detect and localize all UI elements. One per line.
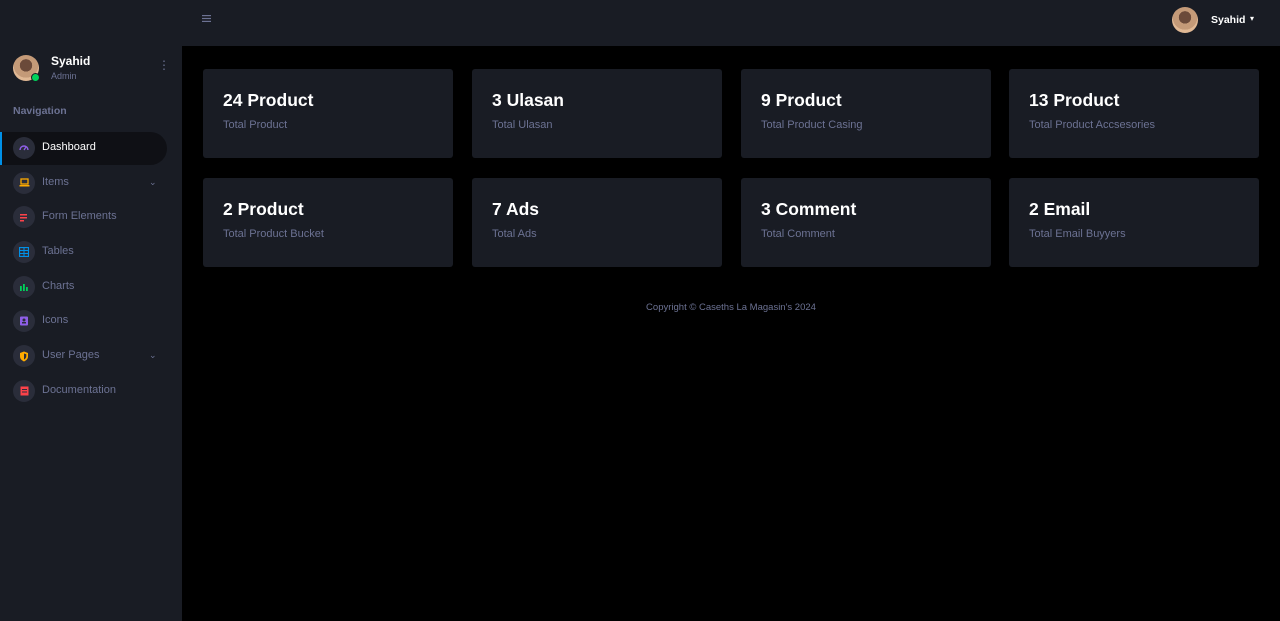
sidebar-item-charts[interactable]: Charts: [0, 271, 167, 304]
contacts-icon: [13, 310, 35, 333]
stat-card: 3 Ulasan Total Ulasan: [472, 69, 722, 158]
stat-value: 7 Ads: [492, 199, 540, 219]
stat-label: Total Product: [223, 119, 288, 131]
stat-label: Total Comment: [761, 228, 835, 240]
stat-label: Total Ads: [492, 228, 537, 240]
sidebar-item-label: Documentation: [42, 383, 116, 396]
sidebar-item-label: Form Elements: [42, 210, 117, 223]
sidebar-item-documentation[interactable]: Documentation: [0, 375, 167, 408]
stat-value: 24 Product: [223, 90, 314, 110]
topbar-user-name: Syahid: [1211, 14, 1246, 26]
caret-down-icon: ▾: [1250, 14, 1255, 23]
sidebar-item-label: Dashboard: [42, 141, 96, 153]
profile-role: Admin: [51, 71, 77, 81]
sidebar-item-label: Items: [42, 175, 69, 188]
sidebar-item-form-elements[interactable]: Form Elements: [0, 201, 167, 234]
profile-name: Syahid: [51, 54, 91, 68]
footer-copyright: Copyright © Caseths La Magasin's 2024: [646, 302, 816, 313]
sidebar-item-label: Icons: [42, 314, 69, 327]
stat-label: Total Email Buyyers: [1029, 228, 1126, 240]
playlist-play-icon: [13, 206, 35, 229]
sidebar-nav: Dashboard Items ⌄ Form Elements Tables C…: [0, 132, 182, 410]
chart-bar-icon: [13, 275, 35, 298]
file-document-icon: [13, 379, 35, 402]
sidebar-profile[interactable]: Syahid Admin ⋮: [13, 54, 173, 84]
sidebar-item-dashboard[interactable]: Dashboard: [0, 132, 167, 165]
sidebar-item-items[interactable]: Items ⌄: [0, 167, 167, 200]
stat-card: 9 Product Total Product Casing: [741, 69, 991, 158]
stat-card: 7 Ads Total Ads: [472, 178, 722, 267]
stat-label: Total Ulasan: [492, 119, 553, 131]
online-status-dot: [31, 73, 40, 82]
stat-value: 13 Product: [1029, 90, 1120, 110]
stat-label: Total Product Bucket: [223, 228, 324, 240]
nav-heading: Navigation: [13, 105, 67, 117]
sidebar-item-label: Tables: [42, 245, 74, 258]
stat-card: 3 Comment Total Comment: [741, 178, 991, 267]
speedometer-icon: [13, 137, 35, 159]
sidebar-item-label: User Pages: [42, 349, 100, 362]
table-icon: [13, 241, 35, 264]
stat-label: Total Product Accsesories: [1029, 119, 1155, 131]
stat-label: Total Product Casing: [761, 119, 863, 131]
sidebar-item-icons[interactable]: Icons: [0, 305, 167, 338]
stat-card: 24 Product Total Product: [203, 69, 453, 158]
stat-value: 2 Product: [223, 199, 304, 219]
stat-value: 9 Product: [761, 90, 842, 110]
laptop-icon: [13, 171, 35, 194]
topbar-profile-dropdown[interactable]: Syahid ▾: [1172, 7, 1272, 33]
stat-card: 2 Email Total Email Buyyers: [1009, 178, 1259, 267]
sidebar-item-tables[interactable]: Tables: [0, 236, 167, 269]
stat-value: 3 Ulasan: [492, 90, 564, 110]
avatar: [1172, 7, 1198, 33]
stat-value: 2 Email: [1029, 199, 1091, 219]
topbar: Syahid ▾: [182, 0, 1280, 46]
stat-card: 2 Product Total Product Bucket: [203, 178, 453, 267]
sidebar-item-user-pages[interactable]: User Pages ⌄: [0, 340, 167, 373]
hamburger-menu-icon[interactable]: [202, 13, 214, 25]
sidebar: Syahid Admin ⋮ Navigation Dashboard Item…: [0, 0, 182, 621]
chevron-down-icon[interactable]: ⌄: [149, 350, 157, 361]
stat-card: 13 Product Total Product Accsesories: [1009, 69, 1259, 158]
profile-avatar-wrap: [13, 55, 40, 82]
chevron-down-icon[interactable]: ⌄: [149, 177, 157, 188]
security-icon: [13, 345, 35, 368]
stat-value: 3 Comment: [761, 199, 857, 219]
sidebar-item-label: Charts: [42, 279, 75, 292]
more-vertical-icon[interactable]: ⋮: [158, 58, 170, 72]
